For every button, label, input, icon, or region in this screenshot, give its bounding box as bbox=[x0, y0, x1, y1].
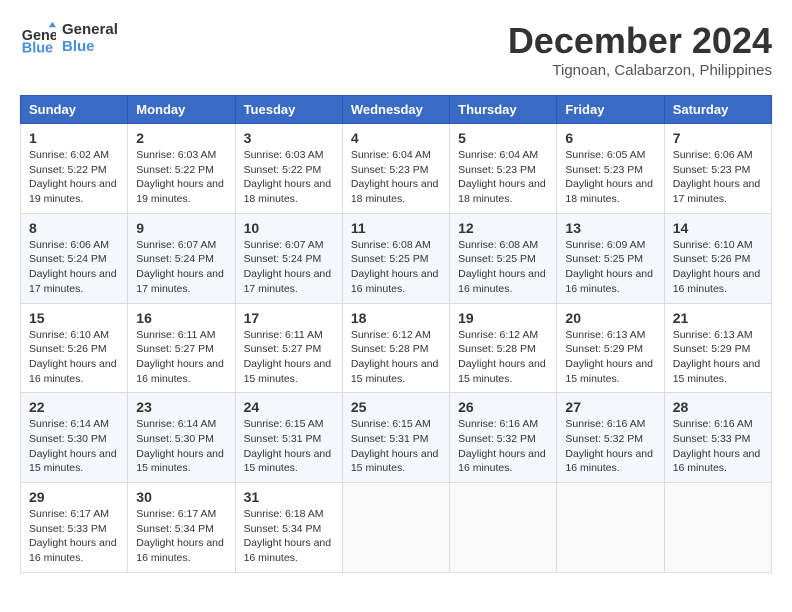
week-4: 22 Sunrise: 6:14 AMSunset: 5:30 PMDaylig… bbox=[21, 393, 772, 483]
day-15: 15 Sunrise: 6:10 AMSunset: 5:26 PMDaylig… bbox=[21, 303, 128, 393]
empty-cell-2 bbox=[450, 483, 557, 573]
day-12: 12 Sunrise: 6:08 AMSunset: 5:25 PMDaylig… bbox=[450, 213, 557, 303]
day-8: 8 Sunrise: 6:06 AMSunset: 5:24 PMDayligh… bbox=[21, 213, 128, 303]
day-6: 6 Sunrise: 6:05 AMSunset: 5:23 PMDayligh… bbox=[557, 124, 664, 214]
day-27: 27 Sunrise: 6:16 AMSunset: 5:32 PMDaylig… bbox=[557, 393, 664, 483]
logo-icon: General Blue bbox=[20, 20, 56, 56]
day-18: 18 Sunrise: 6:12 AMSunset: 5:28 PMDaylig… bbox=[342, 303, 449, 393]
day-7: 7 Sunrise: 6:06 AMSunset: 5:23 PMDayligh… bbox=[664, 124, 771, 214]
day-20: 20 Sunrise: 6:13 AMSunset: 5:29 PMDaylig… bbox=[557, 303, 664, 393]
header-sunday: Sunday bbox=[21, 96, 128, 124]
day-19: 19 Sunrise: 6:12 AMSunset: 5:28 PMDaylig… bbox=[450, 303, 557, 393]
day-9: 9 Sunrise: 6:07 AMSunset: 5:24 PMDayligh… bbox=[128, 213, 235, 303]
day-16: 16 Sunrise: 6:11 AMSunset: 5:27 PMDaylig… bbox=[128, 303, 235, 393]
month-title: December 2024 bbox=[508, 20, 772, 62]
day-17: 17 Sunrise: 6:11 AMSunset: 5:27 PMDaylig… bbox=[235, 303, 342, 393]
day-5: 5 Sunrise: 6:04 AMSunset: 5:23 PMDayligh… bbox=[450, 124, 557, 214]
day-31: 31 Sunrise: 6:18 AMSunset: 5:34 PMDaylig… bbox=[235, 483, 342, 573]
calendar-table: Sunday Monday Tuesday Wednesday Thursday… bbox=[20, 95, 772, 573]
empty-cell-4 bbox=[664, 483, 771, 573]
header-tuesday: Tuesday bbox=[235, 96, 342, 124]
empty-cell-3 bbox=[557, 483, 664, 573]
header-wednesday: Wednesday bbox=[342, 96, 449, 124]
header-friday: Friday bbox=[557, 96, 664, 124]
day-10: 10 Sunrise: 6:07 AMSunset: 5:24 PMDaylig… bbox=[235, 213, 342, 303]
day-2: 2 Sunrise: 6:03 AMSunset: 5:22 PMDayligh… bbox=[128, 124, 235, 214]
logo: General Blue General Blue bbox=[20, 20, 118, 56]
header-thursday: Thursday bbox=[450, 96, 557, 124]
empty-cell-1 bbox=[342, 483, 449, 573]
page-header: General Blue General Blue December 2024 … bbox=[20, 20, 772, 79]
header-monday: Monday bbox=[128, 96, 235, 124]
week-1: 1 Sunrise: 6:02 AMSunset: 5:22 PMDayligh… bbox=[21, 124, 772, 214]
week-3: 15 Sunrise: 6:10 AMSunset: 5:26 PMDaylig… bbox=[21, 303, 772, 393]
day-13: 13 Sunrise: 6:09 AMSunset: 5:25 PMDaylig… bbox=[557, 213, 664, 303]
day-25: 25 Sunrise: 6:15 AMSunset: 5:31 PMDaylig… bbox=[342, 393, 449, 483]
day-29: 29 Sunrise: 6:17 AMSunset: 5:33 PMDaylig… bbox=[21, 483, 128, 573]
svg-text:Blue: Blue bbox=[22, 40, 53, 56]
day-14: 14 Sunrise: 6:10 AMSunset: 5:26 PMDaylig… bbox=[664, 213, 771, 303]
logo-line2: Blue bbox=[62, 38, 118, 55]
title-block: December 2024 Tignoan, Calabarzon, Phili… bbox=[508, 20, 772, 79]
header-saturday: Saturday bbox=[664, 96, 771, 124]
day-30: 30 Sunrise: 6:17 AMSunset: 5:34 PMDaylig… bbox=[128, 483, 235, 573]
calendar-header-row: Sunday Monday Tuesday Wednesday Thursday… bbox=[21, 96, 772, 124]
day-21: 21 Sunrise: 6:13 AMSunset: 5:29 PMDaylig… bbox=[664, 303, 771, 393]
location: Tignoan, Calabarzon, Philippines bbox=[508, 62, 772, 79]
week-5: 29 Sunrise: 6:17 AMSunset: 5:33 PMDaylig… bbox=[21, 483, 772, 573]
day-4: 4 Sunrise: 6:04 AMSunset: 5:23 PMDayligh… bbox=[342, 124, 449, 214]
day-1: 1 Sunrise: 6:02 AMSunset: 5:22 PMDayligh… bbox=[21, 124, 128, 214]
day-3: 3 Sunrise: 6:03 AMSunset: 5:22 PMDayligh… bbox=[235, 124, 342, 214]
logo-line1: General bbox=[62, 21, 118, 38]
week-2: 8 Sunrise: 6:06 AMSunset: 5:24 PMDayligh… bbox=[21, 213, 772, 303]
day-22: 22 Sunrise: 6:14 AMSunset: 5:30 PMDaylig… bbox=[21, 393, 128, 483]
day-23: 23 Sunrise: 6:14 AMSunset: 5:30 PMDaylig… bbox=[128, 393, 235, 483]
day-28: 28 Sunrise: 6:16 AMSunset: 5:33 PMDaylig… bbox=[664, 393, 771, 483]
day-24: 24 Sunrise: 6:15 AMSunset: 5:31 PMDaylig… bbox=[235, 393, 342, 483]
day-26: 26 Sunrise: 6:16 AMSunset: 5:32 PMDaylig… bbox=[450, 393, 557, 483]
day-11: 11 Sunrise: 6:08 AMSunset: 5:25 PMDaylig… bbox=[342, 213, 449, 303]
